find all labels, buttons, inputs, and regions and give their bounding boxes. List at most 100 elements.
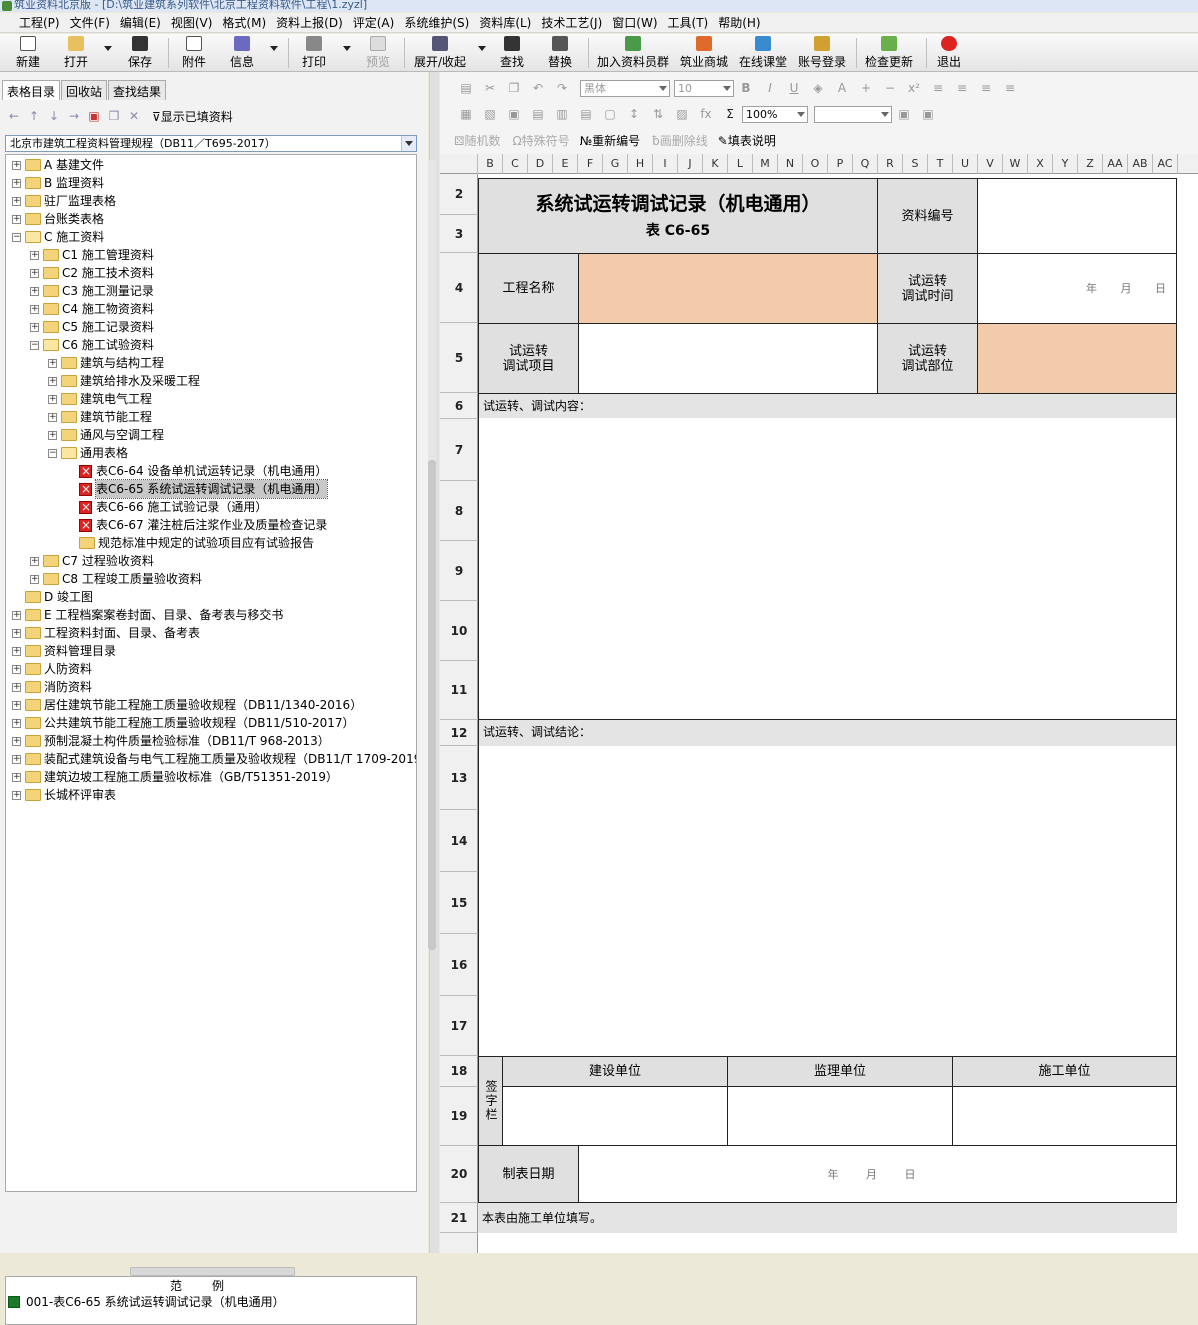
tree-item[interactable]: + 装配式建筑设备与电气工程施工质量及验收规程（DB11/T 1709-2019） (12, 750, 416, 768)
column-header-cell[interactable]: M (753, 154, 778, 174)
row-header-cell[interactable]: 7 (440, 419, 478, 481)
exit-button[interactable]: 退出 (937, 36, 961, 70)
font-size-select[interactable]: 10 (674, 79, 734, 97)
expand-plus-icon[interactable]: + (12, 646, 21, 656)
tree-item[interactable]: − C6 施工试验资料 (30, 336, 154, 354)
contractor-sign-field[interactable] (952, 1086, 1177, 1146)
tree-item[interactable]: D 竣工图 (12, 588, 93, 606)
cut-icon[interactable]: ✂ (481, 79, 499, 97)
add-icon[interactable]: + (857, 79, 875, 97)
row-header-cell[interactable]: 12 (440, 720, 478, 746)
tree-item[interactable]: 规范标准中规定的试验项目应有试验报告 (66, 534, 314, 552)
row-header-cell[interactable]: 16 (440, 934, 478, 996)
update-button[interactable]: 检查更新 (865, 36, 913, 70)
expand-plus-icon[interactable]: + (30, 286, 39, 296)
add-table-icon[interactable]: ▣ (84, 107, 104, 125)
menu-item-9[interactable]: 技术工艺(J) (536, 13, 607, 32)
info-button[interactable]: 信息 (230, 36, 254, 70)
expand-plus-icon[interactable]: + (12, 664, 21, 674)
save-button[interactable]: 保存 (128, 36, 152, 70)
login-button[interactable]: 账号登录 (798, 36, 846, 70)
column-header-cell[interactable]: U (953, 154, 978, 174)
row-header-cell[interactable]: 2 (440, 174, 478, 215)
tree-item[interactable]: − C 施工资料 (12, 228, 104, 246)
new-button[interactable]: 新建 (16, 36, 40, 70)
row-header-cell[interactable]: 21 (440, 1203, 478, 1233)
expand-plus-icon[interactable]: + (48, 394, 57, 404)
random-button[interactable]: ⚄随机数 (454, 132, 500, 149)
expand-plus-icon[interactable]: + (30, 574, 39, 584)
bold-icon[interactable]: B (737, 79, 755, 97)
column-header-cell[interactable]: P (828, 154, 853, 174)
test-time-field[interactable]: 年 月 日 (977, 253, 1177, 324)
align-right-icon[interactable]: ≡ (977, 79, 995, 97)
tree-item[interactable]: + C7 过程验收资料 (30, 552, 154, 570)
expand-plus-icon[interactable]: + (48, 430, 57, 440)
tree-item[interactable]: + 台账类表格 (12, 210, 104, 228)
expand-plus-icon[interactable]: + (30, 304, 39, 314)
menu-item-2[interactable]: 编辑(E) (115, 13, 166, 32)
row-header-cell[interactable]: 10 (440, 601, 478, 661)
tree-item[interactable]: 表C6-65 系统试运转调试记录（机电通用） (66, 479, 329, 499)
tree-item[interactable]: + C2 施工技术资料 (30, 264, 154, 282)
column-header-cell[interactable]: AA (1103, 154, 1128, 174)
fill-help-button[interactable]: ✎填表说明 (718, 132, 776, 149)
row-header-cell[interactable]: 6 (440, 393, 478, 419)
image-icon[interactable]: ▨ (673, 105, 691, 123)
move-left-icon[interactable]: ← (4, 107, 24, 125)
line-style-select[interactable] (814, 105, 892, 123)
column-header-cell[interactable]: J (678, 154, 703, 174)
tree-item[interactable]: + 建筑节能工程 (48, 408, 152, 426)
tab-table-directory[interactable]: 表格目录 (2, 80, 61, 100)
menu-item-6[interactable]: 评定(A) (348, 13, 400, 32)
tree-item[interactable]: + 建筑边坡工程施工质量验收标准（GB/T51351-2019） (12, 768, 338, 786)
justify-icon[interactable]: ≡ (1001, 79, 1019, 97)
made-date-field[interactable]: 年 月 日 (578, 1145, 1177, 1203)
expand-plus-icon[interactable]: + (12, 160, 21, 170)
italic-icon[interactable]: I (761, 79, 779, 97)
lock-icon[interactable]: ▢ (601, 105, 619, 123)
column-header-cell[interactable]: X (1028, 154, 1053, 174)
row-header-cell[interactable]: 11 (440, 661, 478, 720)
column-header-cell[interactable]: Z (1078, 154, 1103, 174)
tree-item[interactable]: + 资料管理目录 (12, 642, 116, 660)
tree-item[interactable]: + A 基建文件 (12, 156, 104, 174)
tree-item[interactable]: + C4 施工物资资料 (30, 300, 154, 318)
tab-search-results[interactable]: 查找结果 (108, 80, 167, 100)
expand-dropdown[interactable] (478, 46, 486, 51)
line-spacing-icon[interactable]: ↕ (625, 105, 643, 123)
preview-button[interactable]: 预览 (366, 36, 390, 70)
column-header-cell[interactable]: E (553, 154, 578, 174)
classroom-button[interactable]: 在线课堂 (739, 36, 787, 70)
corner-cell[interactable] (440, 154, 478, 174)
column-header-cell[interactable]: D (528, 154, 553, 174)
tree-item[interactable]: + 公共建筑节能工程施工质量验收规程（DB11/510-2017） (12, 714, 355, 732)
expand-collapse-button[interactable]: 展开/收起 (414, 36, 466, 70)
expand-plus-icon[interactable]: + (12, 628, 21, 638)
expand-plus-icon[interactable]: + (12, 196, 21, 206)
column-header-cell[interactable]: AB (1128, 154, 1153, 174)
test-part-field[interactable] (977, 323, 1177, 394)
expand-plus-icon[interactable]: + (12, 178, 21, 188)
column-header-cell[interactable]: AC (1153, 154, 1178, 174)
column-header-cell[interactable]: K (703, 154, 728, 174)
move-down-icon[interactable]: ↓ (44, 107, 64, 125)
tree-item[interactable]: − 通用表格 (48, 444, 128, 462)
menu-item-1[interactable]: 文件(F) (65, 13, 115, 32)
tree-item[interactable]: + C8 工程竣工质量验收资料 (30, 570, 202, 588)
column-header-cell[interactable]: C (503, 154, 528, 174)
tree-item[interactable]: + 工程资料封面、目录、备考表 (12, 624, 200, 642)
expand-plus-icon[interactable]: + (12, 700, 21, 710)
column-header-cell[interactable]: N (778, 154, 803, 174)
split-icon[interactable]: ▧ (481, 105, 499, 123)
tree-item[interactable]: + 居住建筑节能工程施工质量验收规程（DB11/1340-2016） (12, 696, 362, 714)
expand-plus-icon[interactable]: + (12, 754, 21, 764)
column-header-cell[interactable]: F (578, 154, 603, 174)
tab-recycle-bin[interactable]: 回收站 (61, 80, 108, 100)
minus-icon[interactable]: − (881, 79, 899, 97)
align-left-icon[interactable]: ≡ (929, 79, 947, 97)
expand-plus-icon[interactable]: + (48, 358, 57, 368)
font-name-select[interactable]: 黑体 (580, 79, 670, 97)
column-header-cell[interactable]: T (928, 154, 953, 174)
legend-item[interactable]: 001-表C6-65 系统试运转调试记录（机电通用） (8, 1293, 285, 1310)
